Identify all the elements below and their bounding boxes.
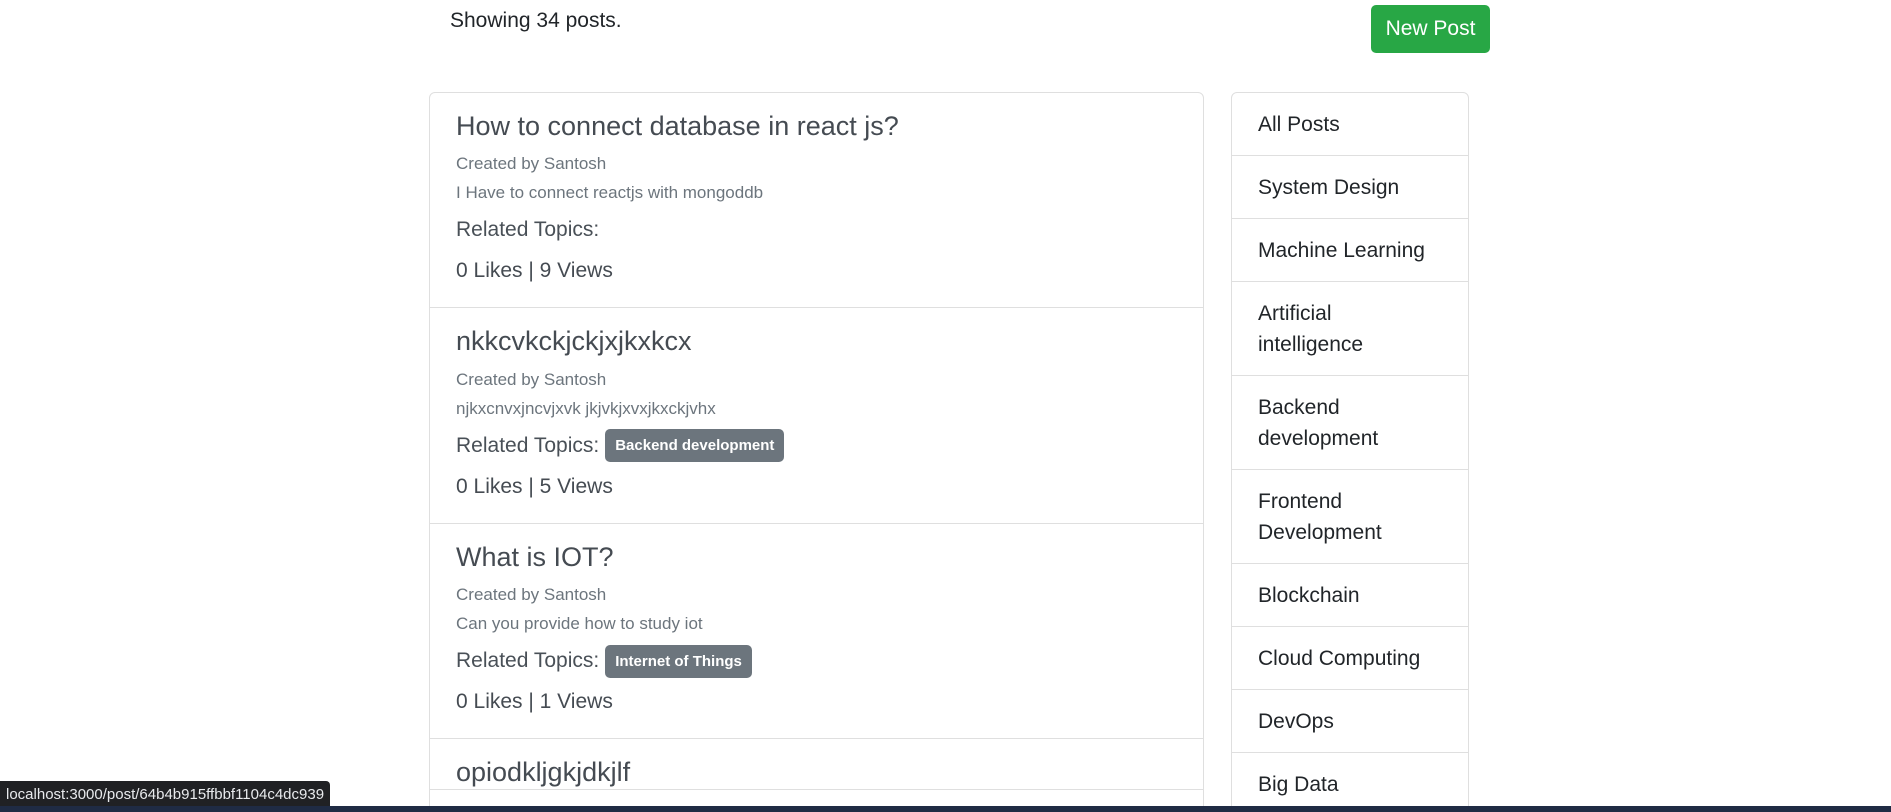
- post-stats: 0 Likes | 1 Views: [456, 690, 613, 714]
- post-description: njkxcnvxjncvjxvk jkjvkjxvxjkxckjvhx: [456, 398, 716, 418]
- post-author: Created by Santosh: [456, 154, 607, 174]
- related-topics-label: Related Topics:: [456, 218, 600, 242]
- post-description: Can you provide how to study iot: [456, 614, 703, 634]
- sidebar-item-big-data[interactable]: Big Data: [1232, 753, 1468, 812]
- sidebar-item-cloud-computing[interactable]: Cloud Computing: [1232, 627, 1468, 690]
- sidebar-item-artificial-intelligence[interactable]: Artificial intelligence: [1232, 282, 1468, 376]
- post-stats: 0 Likes | 5 Views: [456, 474, 613, 498]
- related-topics-label: Related Topics:: [456, 649, 600, 673]
- topic-badge[interactable]: Backend development: [605, 429, 785, 463]
- post-stats: 0 Likes | 9 Views: [456, 259, 613, 283]
- post-title[interactable]: What is IOT?: [456, 541, 1177, 573]
- link-status-bar: localhost:3000/post/64b4b915ffbbf1104c4d…: [0, 781, 331, 808]
- sidebar-item-devops[interactable]: DevOps: [1232, 690, 1468, 753]
- post-item: opiodkljgkjdkjlf: [430, 739, 1203, 790]
- post-list: How to connect database in react js? Cre…: [429, 92, 1204, 812]
- post-item: What is IOT? Created by Santosh Can you …: [430, 524, 1203, 740]
- post-title[interactable]: opiodkljgkjdkjlf: [456, 756, 1177, 788]
- sidebar-item-blockchain[interactable]: Blockchain: [1232, 564, 1468, 627]
- post-item: How to connect database in react js? Cre…: [430, 93, 1203, 309]
- post-author: Created by Santosh: [456, 585, 607, 605]
- post-description: I Have to connect reactjs with mongoddb: [456, 183, 764, 203]
- topic-badge[interactable]: Internet of Things: [605, 644, 752, 678]
- sidebar-item-all-posts[interactable]: All Posts: [1232, 93, 1468, 156]
- topic-sidebar: All Posts System Design Machine Learning…: [1231, 92, 1469, 812]
- related-topics: Related Topics: Backend development: [456, 429, 1177, 463]
- taskbar-edge: [0, 806, 1891, 812]
- sidebar-item-system-design[interactable]: System Design: [1232, 156, 1468, 219]
- related-topics: Related Topics:: [456, 213, 1177, 247]
- post-title[interactable]: How to connect database in react js?: [456, 110, 1177, 142]
- post-count-text: Showing 34 posts.: [450, 9, 622, 32]
- post-item: nkkcvkckjckjxjkxkcx Created by Santosh n…: [430, 308, 1203, 524]
- related-topics: Related Topics: Internet of Things: [456, 644, 1177, 678]
- post-author: Created by Santosh: [456, 369, 607, 389]
- post-title[interactable]: nkkcvkckjckjxjkxkcx: [456, 325, 1177, 357]
- sidebar-item-backend-development[interactable]: Backend development: [1232, 376, 1468, 470]
- new-post-button[interactable]: New Post: [1371, 5, 1490, 53]
- related-topics-label: Related Topics:: [456, 433, 600, 457]
- page: Showing 34 posts. New Post How to connec…: [0, 0, 1891, 812]
- sidebar-item-machine-learning[interactable]: Machine Learning: [1232, 219, 1468, 282]
- sidebar-item-frontend-development[interactable]: Frontend Development: [1232, 470, 1468, 564]
